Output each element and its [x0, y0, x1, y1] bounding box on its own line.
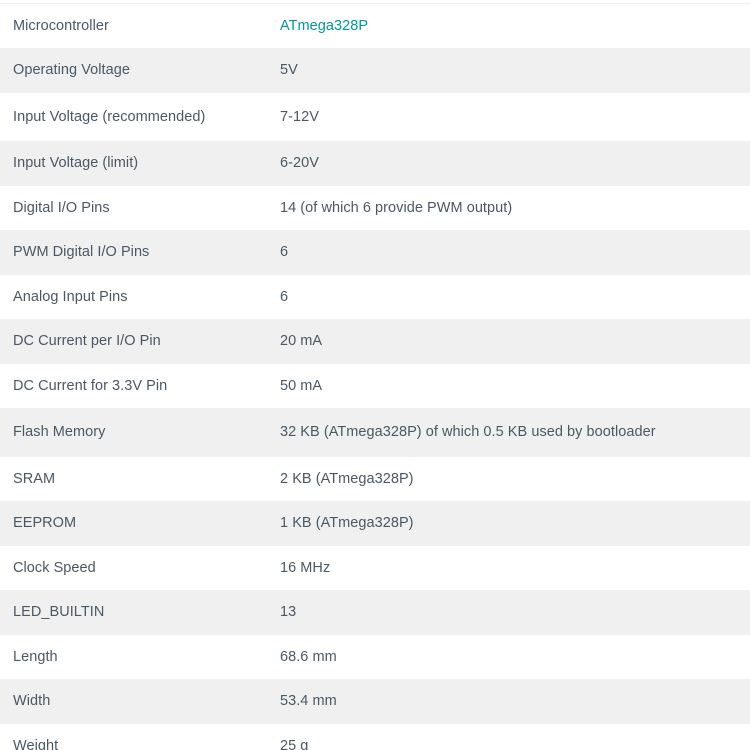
spec-value-cell: 13 [280, 604, 297, 621]
spec-label-cell: DC Current for 3.3V Pin [13, 377, 168, 394]
spec-label-cell: LED_BUILTIN [13, 604, 105, 621]
table-row: DC Current for 3.3V Pin 50 mA [0, 363, 750, 409]
spec-value-cell: 6 [280, 244, 289, 261]
spec-label-cell: Analog Input Pins [13, 288, 128, 305]
spec-value-cell: 5V [280, 62, 298, 79]
table-row: Microcontroller ATmega328P [0, 3, 750, 49]
spec-label-cell: Flash Memory [13, 424, 106, 441]
table-row: EEPROM 1 KB (ATmega328P) [0, 501, 750, 546]
spec-label-cell: Width [13, 693, 51, 710]
spec-value-link[interactable]: ATmega328P [280, 18, 368, 34]
spec-value-cell: 53.4 mm [280, 693, 337, 710]
table-row: Clock Speed 16 MHz [0, 545, 750, 591]
spec-table-body: Microcontroller ATmega328P Operating Volta… [0, 3, 750, 750]
table-row: Flash Memory 32 KB (ATmega328P) of which … [0, 408, 750, 457]
spec-label-cell: Input Voltage (limit) [13, 155, 139, 172]
spec-value-cell: 68.6 mm [280, 648, 337, 665]
spec-value-cell: 6-20V [280, 155, 319, 172]
spec-label-cell: Digital I/O Pins [13, 199, 110, 216]
table-row: Input Voltage (limit) 6-20V [0, 141, 750, 186]
spec-label-cell: PWM Digital I/O Pins [13, 244, 150, 261]
technical-specifications-table: Microcontroller ATmega328P Operating Volta… [0, 3, 750, 750]
table-row: Weight 25 g [0, 723, 750, 750]
spec-value-cell: 14 (of which 6 provide PWM output) [280, 199, 513, 216]
spec-label-cell: Length [13, 648, 58, 665]
table-row: Analog Input Pins 6 [0, 274, 750, 320]
table-row: Digital I/O Pins 14 (of which 6 provide P… [0, 185, 750, 231]
spec-label-cell: Clock Speed [13, 559, 96, 576]
spec-value-cell: 1 KB (ATmega328P) [280, 515, 414, 532]
table-row: PWM Digital I/O Pins 6 [0, 230, 750, 275]
spec-label-cell: Weight [13, 737, 59, 750]
spec-value-cell[interactable]: ATmega328P [267, 4, 750, 49]
table-row: LED_BUILTIN 13 [0, 590, 750, 635]
spec-label-cell: SRAM [13, 470, 56, 487]
spec-value-cell: 20 mA [280, 333, 323, 350]
spec-value-cell: 16 MHz [280, 559, 331, 576]
spec-label-cell: EEPROM [13, 515, 77, 532]
spec-value-cell: 25 g [280, 737, 309, 750]
table-row: Width 53.4 mm [0, 679, 750, 724]
table-row: Input Voltage (recommended) 7-12V [0, 92, 750, 142]
spec-label-cell: Microcontroller [13, 18, 109, 34]
spec-label-cell: Input Voltage (recommended) [13, 108, 206, 125]
spec-value-cell: 7-12V [280, 108, 319, 125]
spec-value-cell: 6 [280, 288, 289, 305]
spec-label-cell: Operating Voltage [13, 62, 130, 79]
spec-value-cell: 32 KB (ATmega328P) of which 0.5 KB used … [280, 424, 656, 441]
table-row: SRAM 2 KB (ATmega328P) [0, 456, 750, 502]
table-row: DC Current per I/O Pin 20 mA [0, 319, 750, 364]
spec-table-container: Microcontroller ATmega328P Operating Volta… [0, 0, 750, 750]
spec-value-cell: 2 KB (ATmega328P) [280, 470, 414, 487]
table-row: Operating Voltage 5V [0, 48, 750, 93]
spec-label-cell: DC Current per I/O Pin [13, 333, 161, 350]
table-row: Length 68.6 mm [0, 634, 750, 680]
spec-value-cell: 50 mA [280, 377, 323, 394]
